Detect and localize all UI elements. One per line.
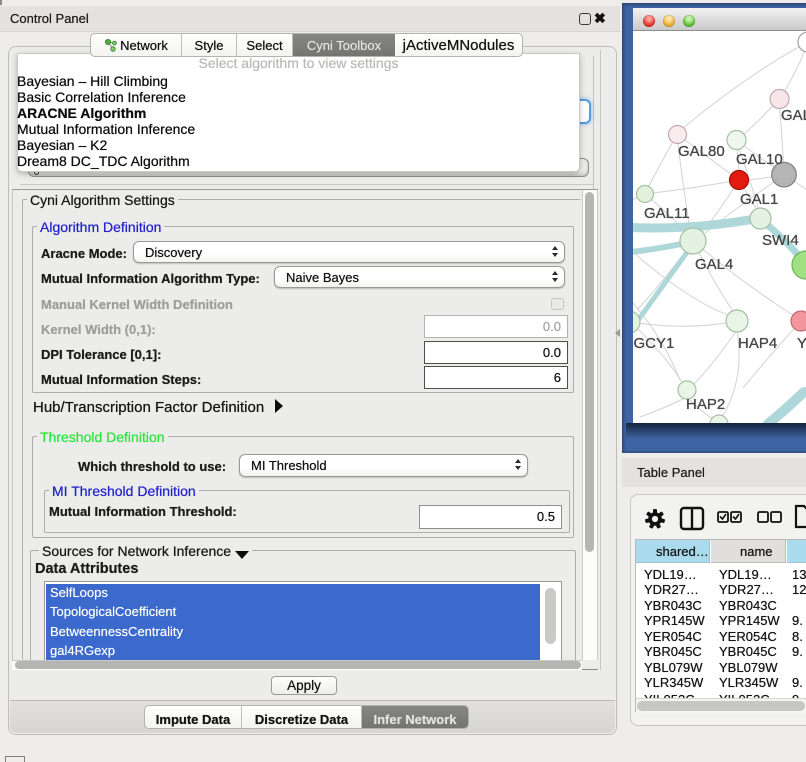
svg-text:GAL80: GAL80 [678,143,725,160]
svg-text:GCY1: GCY1 [634,335,675,352]
svg-text:GAL10: GAL10 [736,151,783,168]
svg-text:HAP4: HAP4 [738,335,777,352]
svg-text:Y: Y [797,335,806,352]
svg-text:SWI4: SWI4 [762,232,799,249]
svg-text:HAP2: HAP2 [686,396,725,413]
svg-text:GAL1: GAL1 [740,191,778,208]
svg-text:GAL4: GAL4 [695,256,733,273]
svg-text:GAL: GAL [781,107,806,124]
svg-text:GAL11: GAL11 [644,205,690,222]
